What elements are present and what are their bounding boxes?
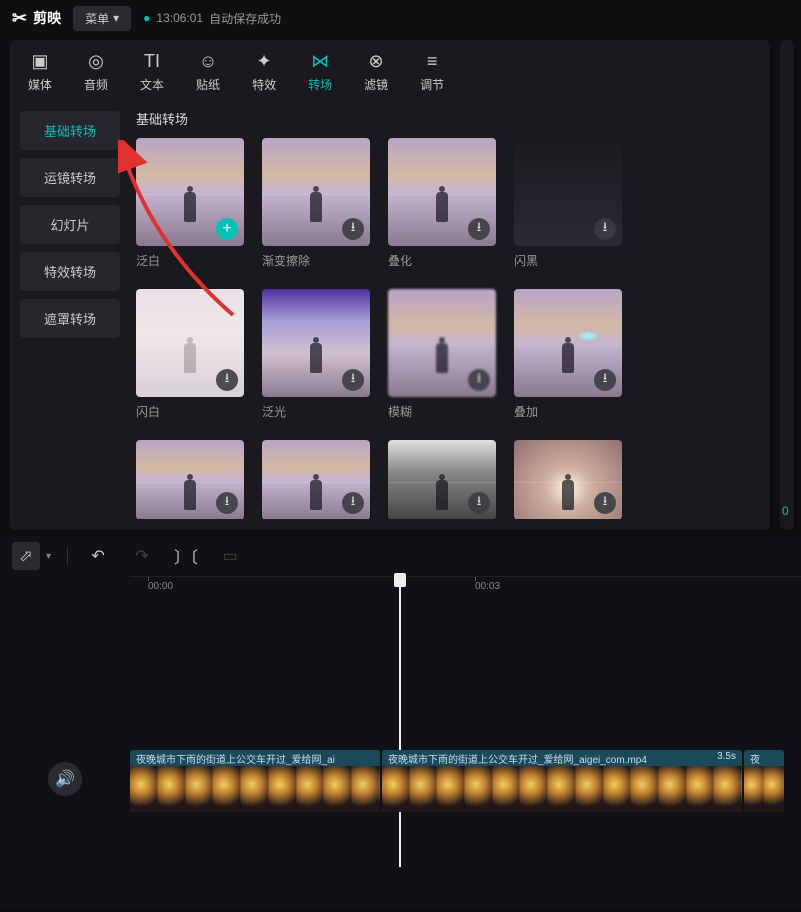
tab-row: ▣媒体 ◎音频 TI文本 ☺贴纸 ✦特效 ⋈转场 ⊗滤镜 ≡调节 <box>10 40 770 99</box>
ruler-tick: 00:03 <box>475 581 500 592</box>
autosave-status: ● 13:06:01 自动保存成功 <box>143 10 281 27</box>
side-panel-value: 0 <box>782 504 789 518</box>
sliders-icon: ≡ <box>421 50 443 72</box>
menu-label: 菜单 <box>85 10 109 27</box>
cat-effect[interactable]: 特效转场 <box>20 252 120 291</box>
tab-sticker[interactable]: ☺贴纸 <box>196 50 220 93</box>
disc-icon: ◎ <box>85 50 107 72</box>
add-icon[interactable]: + <box>216 218 238 240</box>
logo-icon: ✂ <box>12 8 27 29</box>
smile-icon: ☺ <box>197 50 219 72</box>
tab-media[interactable]: ▣媒体 <box>28 50 52 93</box>
transition-item[interactable]: ⭳ 模糊 <box>388 289 496 420</box>
tab-audio[interactable]: ◎音频 <box>84 50 108 93</box>
undo-button[interactable]: ↶ <box>84 542 112 570</box>
download-icon[interactable]: ⭳ <box>216 492 238 514</box>
cat-slide[interactable]: 幻灯片 <box>20 205 120 244</box>
check-icon: ● <box>143 11 150 25</box>
autosave-text: 自动保存成功 <box>209 10 281 27</box>
library-panel: ▣媒体 ◎音频 TI文本 ☺贴纸 ✦特效 ⋈转场 ⊗滤镜 ≡调节 基础转场 运镜… <box>10 40 770 530</box>
menu-button[interactable]: 菜单 ▾ <box>73 6 131 31</box>
clip-title: 夜 <box>750 751 760 765</box>
transition-item[interactable]: ⭳ 泛光 <box>262 289 370 420</box>
transition-item[interactable]: ⭳ <box>388 440 496 519</box>
inspector-panel: 0 <box>780 40 794 530</box>
tab-text[interactable]: TI文本 <box>140 50 164 93</box>
redo-button[interactable]: ↷ <box>128 542 156 570</box>
category-list: 基础转场 运镜转场 幻灯片 特效转场 遮罩转场 <box>10 99 130 519</box>
pointer-tool[interactable]: ⬀ <box>12 542 40 570</box>
download-icon[interactable]: ⭳ <box>594 369 616 391</box>
chevron-down-icon: ▾ <box>113 11 119 25</box>
clip[interactable]: 夜 <box>744 750 784 812</box>
download-icon[interactable]: ⭳ <box>342 369 364 391</box>
transition-item[interactable]: + 泛白 <box>136 138 244 269</box>
transition-item[interactable]: ⭳ 叠化 <box>388 138 496 269</box>
video-track[interactable]: 夜晚城市下雨的街道上公交车开过_爱给网_ai 夜晚城市下雨的街道上公交车开过_爱… <box>130 750 801 812</box>
download-icon[interactable]: ⭳ <box>594 218 616 240</box>
download-icon[interactable]: ⭳ <box>594 492 616 514</box>
transition-item[interactable]: ⭳ 闪黑 <box>514 138 622 269</box>
ruler-tick: 00:00 <box>148 581 173 592</box>
download-icon[interactable]: ⭳ <box>468 218 490 240</box>
download-icon[interactable]: ⭳ <box>216 369 238 391</box>
bowtie-icon: ⋈ <box>309 50 331 72</box>
app-name: 剪映 <box>33 8 61 28</box>
download-icon[interactable]: ⭳ <box>342 218 364 240</box>
timeline-toolbar: ⬀ ▾ ↶ ↷ 〕〔 ▭ <box>0 536 801 576</box>
tab-adjust[interactable]: ≡调节 <box>420 50 444 93</box>
speaker-icon: 🔊 <box>55 769 75 789</box>
transition-item[interactable]: ⭳ <box>262 440 370 519</box>
sparkle-icon: ✦ <box>253 50 275 72</box>
clip[interactable]: 夜晚城市下雨的街道上公交车开过_爱给网_ai <box>130 750 380 812</box>
app-logo: ✂ 剪映 <box>12 8 61 29</box>
transition-item[interactable]: ⭳ 叠加 <box>514 289 622 420</box>
venn-icon: ⊗ <box>365 50 387 72</box>
cat-camera[interactable]: 运镜转场 <box>20 158 120 197</box>
play-box-icon: ▣ <box>29 50 51 72</box>
download-icon[interactable]: ⭳ <box>468 369 490 391</box>
playhead[interactable] <box>394 573 406 587</box>
text-icon: TI <box>141 50 163 72</box>
clip-duration: 3.5s <box>717 751 736 765</box>
transition-item[interactable]: ⭳ <box>514 440 622 519</box>
track-mute-button[interactable]: 🔊 <box>48 762 82 796</box>
download-icon[interactable]: ⭳ <box>468 492 490 514</box>
split-button[interactable]: 〕〔 <box>172 542 200 570</box>
tab-effect[interactable]: ✦特效 <box>252 50 276 93</box>
tab-transition[interactable]: ⋈转场 <box>308 50 332 93</box>
clip-title: 夜晚城市下雨的街道上公交车开过_爱给网_aigei_com.mp4 <box>388 751 647 765</box>
tab-filter[interactable]: ⊗滤镜 <box>364 50 388 93</box>
cat-basic[interactable]: 基础转场 <box>20 111 120 150</box>
timeline: ⬀ ▾ ↶ ↷ 〕〔 ▭ 00:00 00:03 🔊 夜晚城市下雨的街道上公交车… <box>0 536 801 908</box>
download-icon[interactable]: ⭳ <box>342 492 364 514</box>
delete-button[interactable]: ▭ <box>216 542 244 570</box>
transition-grid: 基础转场 + 泛白 ⭳ 渐变擦除 ⭳ 叠化 <box>130 99 770 519</box>
section-title: 基础转场 <box>136 109 760 128</box>
clip[interactable]: 夜晚城市下雨的街道上公交车开过_爱给网_aigei_com.mp4 3.5s <box>382 750 742 812</box>
chevron-down-icon[interactable]: ▾ <box>46 551 51 562</box>
cat-mask[interactable]: 遮罩转场 <box>20 299 120 338</box>
time-ruler[interactable]: 00:00 00:03 <box>130 576 801 600</box>
autosave-time: 13:06:01 <box>156 11 203 25</box>
transition-item[interactable]: ⭳ 闪白 <box>136 289 244 420</box>
transition-item[interactable]: ⭳ <box>136 440 244 519</box>
clip-title: 夜晚城市下雨的街道上公交车开过_爱给网_ai <box>136 751 335 765</box>
titlebar: ✂ 剪映 菜单 ▾ ● 13:06:01 自动保存成功 <box>0 0 801 36</box>
transition-item[interactable]: ⭳ 渐变擦除 <box>262 138 370 269</box>
